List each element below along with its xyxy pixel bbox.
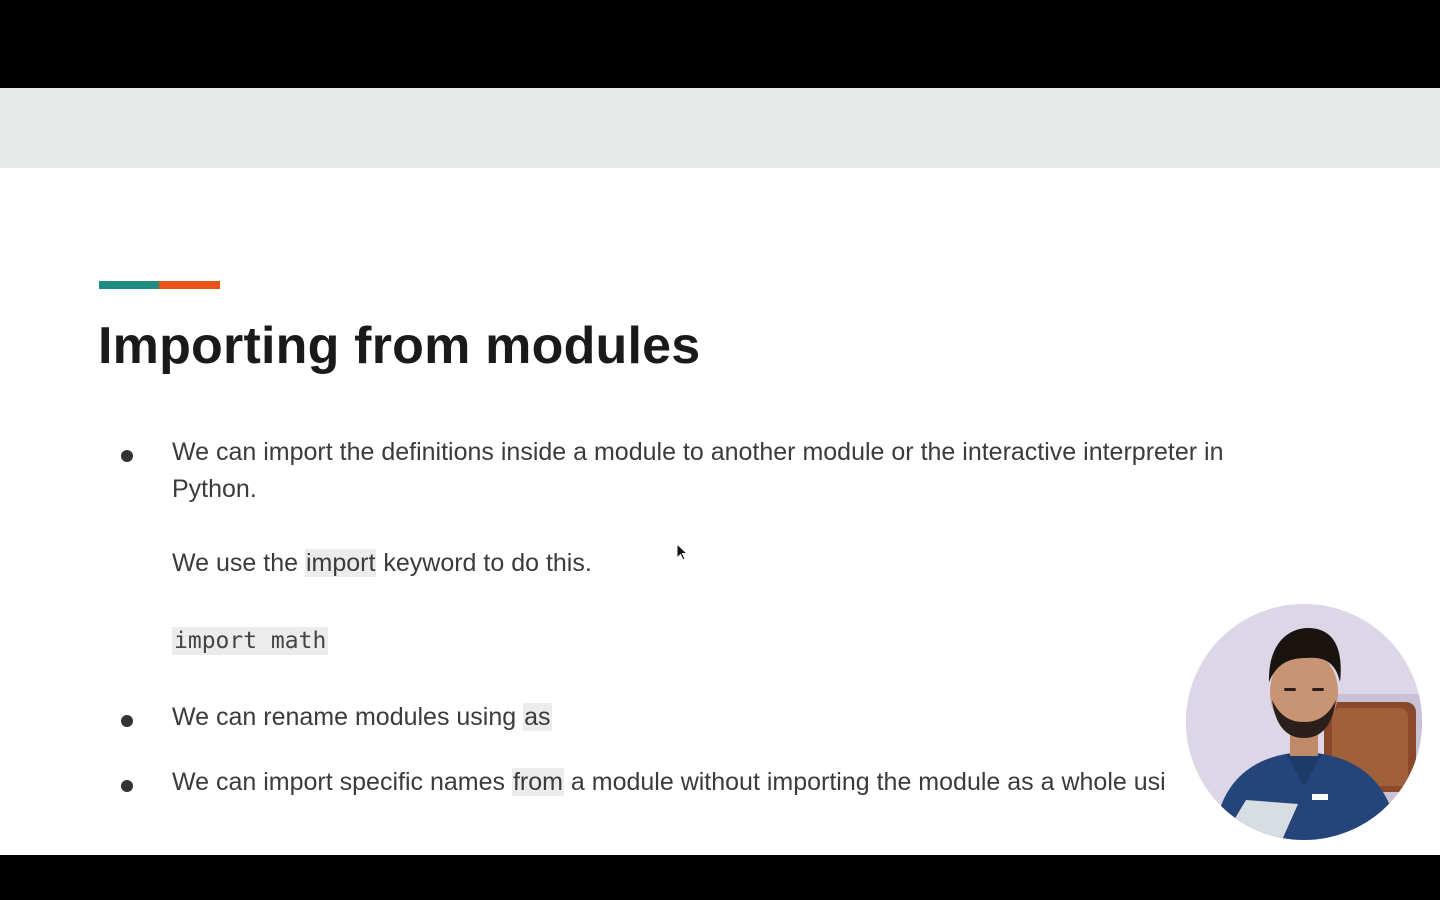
presenter-webcam <box>1186 604 1422 840</box>
bullet-2-pre: We can rename modules using <box>172 703 524 731</box>
bullet-3-pre: We can import specific names <box>172 768 512 796</box>
as-keyword: as <box>523 703 552 731</box>
accent-orange <box>159 281 220 289</box>
accent-teal <box>99 281 159 289</box>
video-letterbox-bottom <box>0 855 1440 900</box>
from-keyword: from <box>511 768 564 796</box>
bullet-1-subtext: We use the import keyword to do this. <box>172 549 592 578</box>
bullet-3-post: a module without importing the module as… <box>563 768 1166 796</box>
slide-title: Importing from modules <box>98 317 701 375</box>
bullet-dot <box>121 450 133 462</box>
bullet-1-line-1: We can import the definitions inside a m… <box>172 438 1224 466</box>
bullet-3-line: We can import specific names from a modu… <box>172 768 1166 797</box>
import-keyword: import <box>304 549 377 577</box>
code-snippet: import math <box>172 627 329 655</box>
subtext-pre: We use the <box>172 549 305 577</box>
title-accent-bar <box>99 281 220 289</box>
bullet-dot <box>121 780 133 792</box>
bullet-dot <box>121 715 133 727</box>
subtext-post: keyword to do this. <box>376 549 592 577</box>
slide-header-band <box>0 88 1440 168</box>
bullet-2-line: We can rename modules using as <box>172 703 552 732</box>
video-letterbox-top <box>0 0 1440 88</box>
bullet-1-line-2: Python. <box>172 475 257 503</box>
